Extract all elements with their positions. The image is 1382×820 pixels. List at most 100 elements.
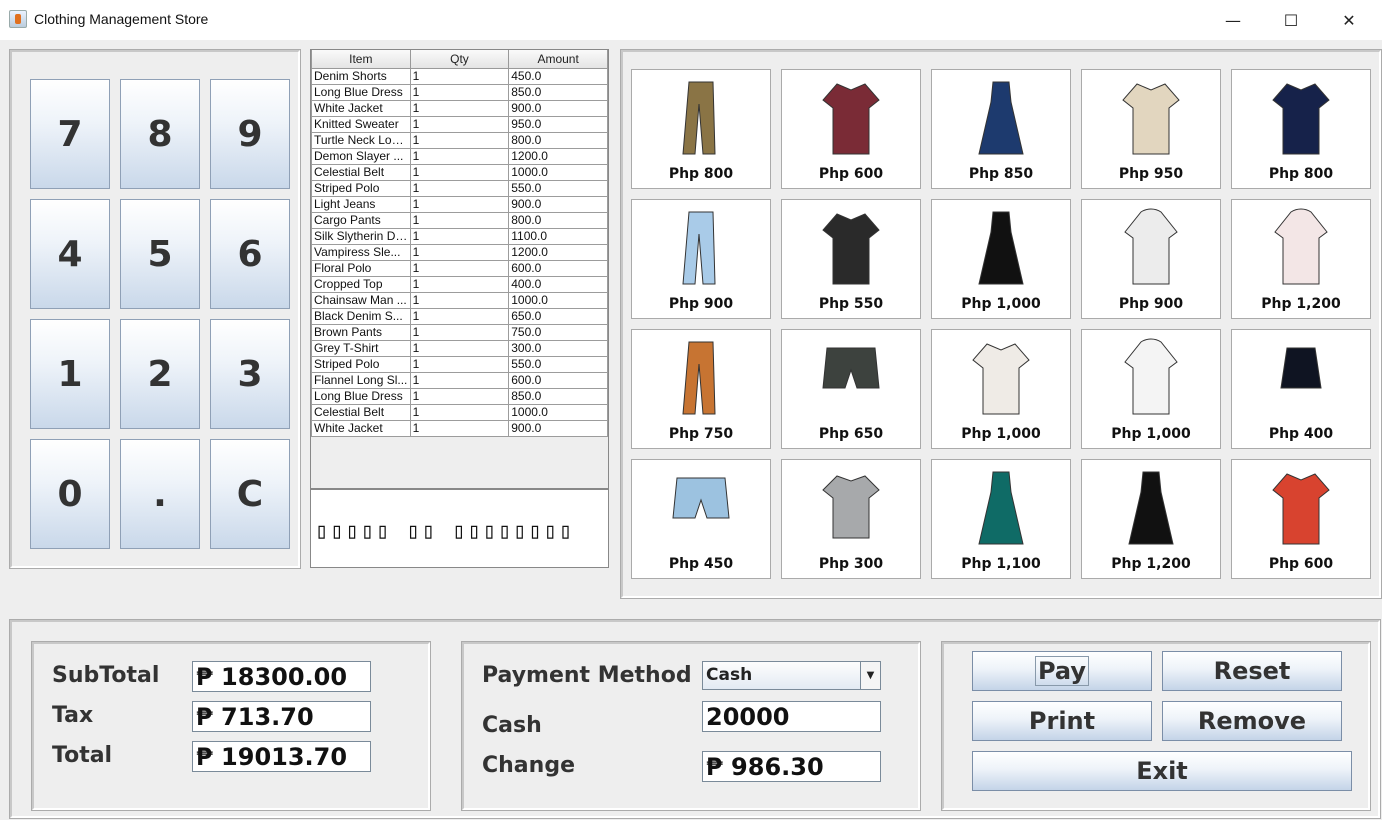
- keypad-key-0[interactable]: 0: [30, 439, 110, 549]
- product-button[interactable]: Php 1,200: [1081, 459, 1221, 579]
- print-button[interactable]: Print: [972, 701, 1152, 741]
- product-button[interactable]: Php 600: [1231, 459, 1371, 579]
- table-row[interactable]: Turtle Neck Lon... 1 800.0: [311, 131, 608, 149]
- cell-qty: 1: [409, 179, 510, 197]
- table-row[interactable]: White Jacket 1 900.0: [311, 419, 608, 437]
- product-price: Php 1,100: [961, 556, 1041, 572]
- floral-polo-icon: [1269, 468, 1333, 552]
- pay-button[interactable]: Pay: [972, 651, 1152, 691]
- table-row[interactable]: Floral Polo 1 600.0: [311, 259, 608, 277]
- table-row[interactable]: Striped Polo 1 550.0: [311, 355, 608, 373]
- vampiress-dress-icon: [1119, 468, 1183, 552]
- product-button[interactable]: Php 850: [931, 69, 1071, 189]
- product-button[interactable]: Php 1,000: [1081, 329, 1221, 449]
- table-row[interactable]: Knitted Sweater 1 950.0: [311, 115, 608, 133]
- product-button[interactable]: Php 900: [631, 199, 771, 319]
- exit-button[interactable]: Exit: [972, 751, 1352, 791]
- product-button[interactable]: Php 1,000: [931, 199, 1071, 319]
- table-row[interactable]: Cargo Pants 1 800.0: [311, 211, 608, 229]
- table-row[interactable]: Denim Shorts 1 450.0: [311, 67, 608, 85]
- maximize-button[interactable]: ☐: [1268, 6, 1314, 34]
- column-header-qty[interactable]: Qty: [409, 50, 510, 69]
- product-button[interactable]: Php 1,100: [931, 459, 1071, 579]
- product-button[interactable]: Php 550: [781, 199, 921, 319]
- subtotal-field[interactable]: ₱ 18300.00: [192, 661, 371, 692]
- keypad-key-3[interactable]: 3: [210, 319, 290, 429]
- product-button[interactable]: Php 800: [631, 69, 771, 189]
- table-row[interactable]: White Jacket 1 900.0: [311, 99, 608, 117]
- keypad-key-2[interactable]: 2: [120, 319, 200, 429]
- table-row[interactable]: Demon Slayer ... 1 1200.0: [311, 147, 608, 165]
- cell-qty: 1: [409, 403, 510, 421]
- cell-qty: 1: [409, 259, 510, 277]
- product-price: Php 600: [1268, 556, 1334, 572]
- cell-amount: 450.0: [508, 67, 608, 85]
- table-row[interactable]: Silk Slytherin Dr... 1 1100.0: [311, 227, 608, 245]
- table-row[interactable]: Grey T-Shirt 1 300.0: [311, 339, 608, 357]
- product-button[interactable]: Php 450: [631, 459, 771, 579]
- cell-item: Silk Slytherin Dr...: [311, 227, 411, 245]
- minimize-button[interactable]: —: [1210, 6, 1256, 34]
- cell-amount: 800.0: [508, 211, 608, 229]
- product-button[interactable]: Php 1,000: [931, 329, 1071, 449]
- table-row[interactable]: Brown Pants 1 750.0: [311, 323, 608, 341]
- grey-tshirt-icon: [819, 468, 883, 552]
- remove-button[interactable]: Remove: [1162, 701, 1342, 741]
- keypad-key-7[interactable]: 7: [30, 79, 110, 189]
- tax-label: Tax: [52, 703, 94, 728]
- product-price: Php 800: [1268, 166, 1334, 182]
- flannel-shirt-icon: [819, 78, 883, 162]
- keypad-key-9[interactable]: 9: [210, 79, 290, 189]
- keypad-key-1[interactable]: 1: [30, 319, 110, 429]
- table-row[interactable]: Long Blue Dress 1 850.0: [311, 387, 608, 405]
- table-row[interactable]: Light Jeans 1 900.0: [311, 195, 608, 213]
- keypad-key-clear[interactable]: C: [210, 439, 290, 549]
- cell-qty: 1: [409, 147, 510, 165]
- column-header-amount[interactable]: Amount: [508, 50, 608, 69]
- cell-amount: 550.0: [508, 355, 608, 373]
- keypad-key-4[interactable]: 4: [30, 199, 110, 309]
- product-button[interactable]: Php 950: [1081, 69, 1221, 189]
- cell-item: White Jacket: [311, 419, 411, 437]
- keypad-key-6[interactable]: 6: [210, 199, 290, 309]
- table-row[interactable]: Vampiress Sle... 1 1200.0: [311, 243, 608, 261]
- chevron-down-icon[interactable]: ▼: [860, 662, 880, 689]
- product-button[interactable]: Php 900: [1081, 199, 1221, 319]
- change-label: Change: [482, 753, 575, 778]
- table-row[interactable]: Cropped Top 1 400.0: [311, 275, 608, 293]
- product-button[interactable]: Php 650: [781, 329, 921, 449]
- pay-button-label: Pay: [1034, 656, 1090, 686]
- close-button[interactable]: ✕: [1326, 6, 1372, 34]
- product-button[interactable]: Php 1,200: [1231, 199, 1371, 319]
- subtotal-label: SubTotal: [52, 663, 160, 688]
- reset-button[interactable]: Reset: [1162, 651, 1342, 691]
- table-row[interactable]: Black Denim S... 1 650.0: [311, 307, 608, 325]
- cell-item: Light Jeans: [311, 195, 411, 213]
- product-button[interactable]: Php 750: [631, 329, 771, 449]
- table-row[interactable]: Celestial Belt 1 1000.0: [311, 403, 608, 421]
- keypad-key-5[interactable]: 5: [120, 199, 200, 309]
- table-row[interactable]: Chainsaw Man ... 1 1000.0: [311, 291, 608, 309]
- table-row[interactable]: Striped Polo 1 550.0: [311, 179, 608, 197]
- tax-field[interactable]: ₱ 713.70: [192, 701, 371, 732]
- cell-qty: 1: [409, 323, 510, 341]
- product-button[interactable]: Php 300: [781, 459, 921, 579]
- keypad-key-8[interactable]: 8: [120, 79, 200, 189]
- cell-item: Striped Polo: [311, 355, 411, 373]
- cash-input[interactable]: 20000: [702, 701, 881, 732]
- product-button[interactable]: Php 800: [1231, 69, 1371, 189]
- keypad-key-decimal[interactable]: .: [120, 439, 200, 549]
- product-price: Php 1,000: [961, 426, 1041, 442]
- change-field[interactable]: ₱ 986.30: [702, 751, 881, 782]
- cell-item: Vampiress Sle...: [311, 243, 411, 261]
- payment-method-select[interactable]: Cash ▼: [702, 661, 881, 690]
- table-row[interactable]: Flannel Long Sl... 1 600.0: [311, 371, 608, 389]
- product-button[interactable]: Php 400: [1231, 329, 1371, 449]
- column-header-item[interactable]: Item: [311, 50, 411, 69]
- cell-item: Grey T-Shirt: [311, 339, 411, 357]
- table-row[interactable]: Long Blue Dress 1 850.0: [311, 83, 608, 101]
- total-field[interactable]: ₱ 19013.70: [192, 741, 371, 772]
- product-button[interactable]: Php 600: [781, 69, 921, 189]
- table-row[interactable]: Celestial Belt 1 1000.0: [311, 163, 608, 181]
- cell-qty: 1: [409, 131, 510, 149]
